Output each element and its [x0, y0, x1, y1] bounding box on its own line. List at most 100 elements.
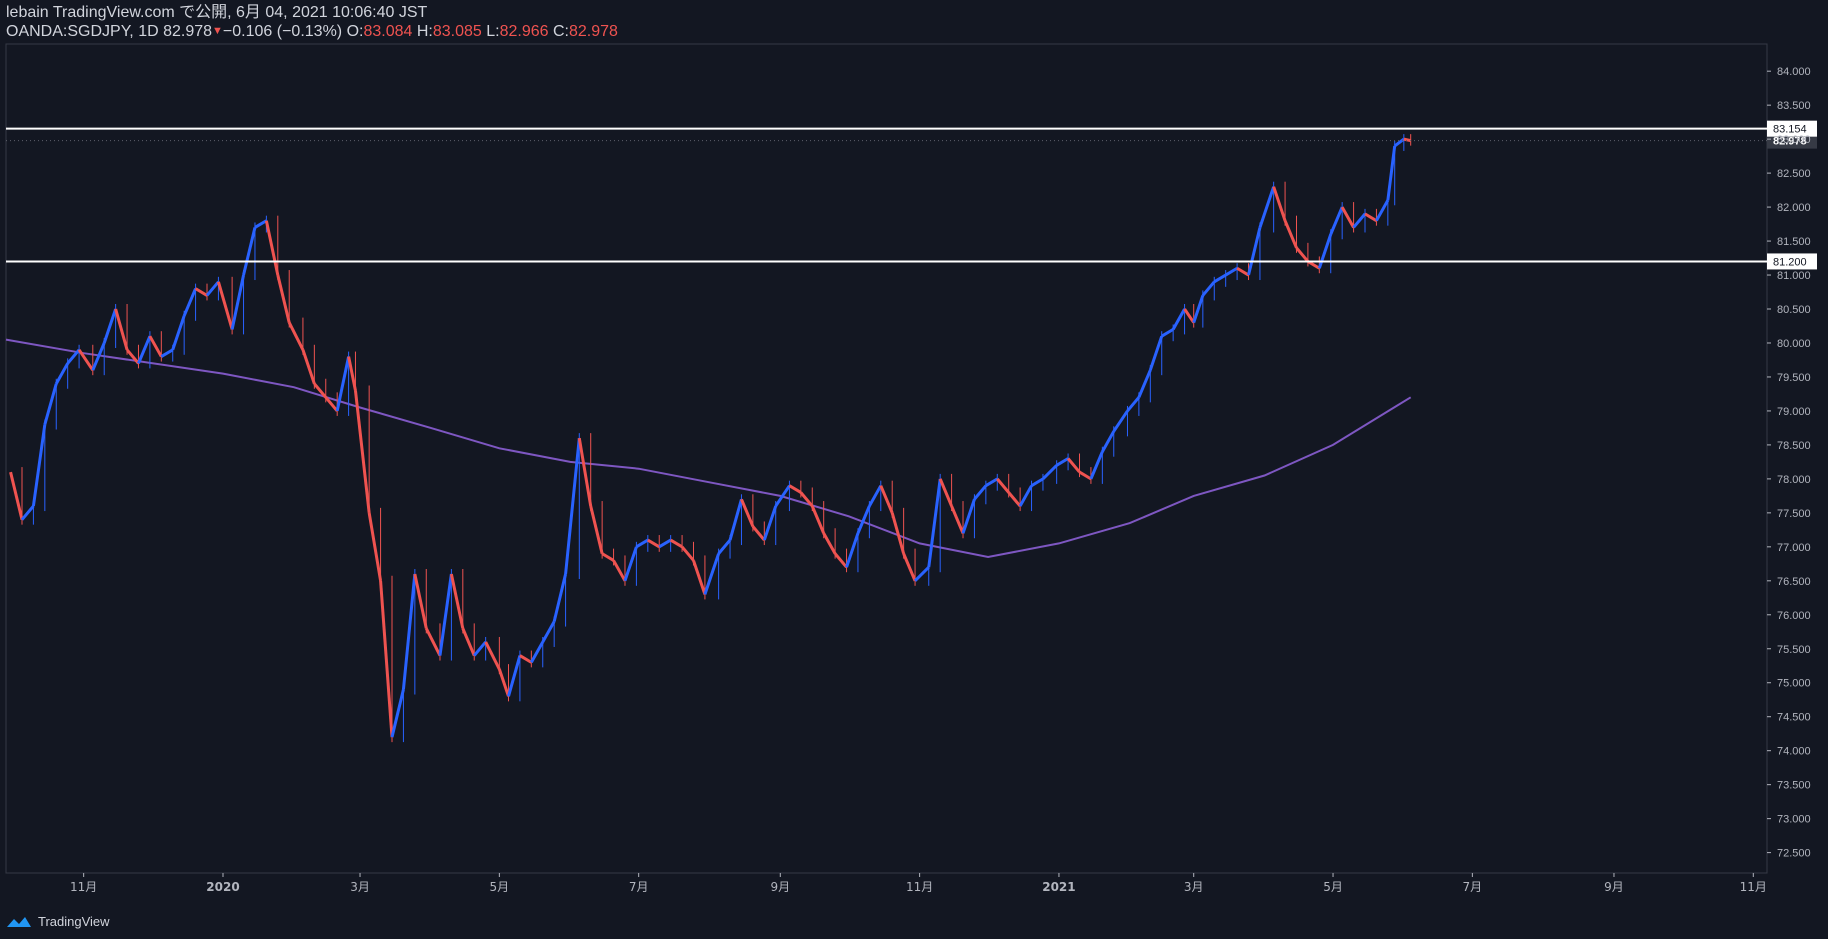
- price-segment: [461, 627, 476, 657]
- price-segment: [703, 553, 721, 595]
- x-tick-label: 3月: [350, 880, 370, 894]
- price-segment: [31, 424, 47, 507]
- footer: TradingView: [6, 914, 110, 929]
- y-tick-label: 77.500: [1777, 508, 1811, 520]
- price-segment: [1329, 206, 1344, 235]
- price-segment: [114, 308, 129, 351]
- price-segment: [1352, 212, 1367, 229]
- price-segment: [1126, 396, 1141, 412]
- price-segment: [589, 505, 604, 554]
- price-segment: [1160, 328, 1174, 338]
- price-segment: [1171, 308, 1186, 331]
- price-segment: [762, 505, 778, 541]
- x-tick-label: 3月: [1184, 880, 1204, 894]
- price-segment: [401, 573, 417, 690]
- x-tick-label: 9月: [770, 880, 790, 894]
- horizontal-line-label: 81.200: [1773, 256, 1807, 268]
- price-chart[interactable]: 82.97883.15481.20072.50073.00073.50074.0…: [0, 0, 1828, 939]
- price-segment: [1403, 137, 1412, 143]
- y-tick-label: 76.500: [1777, 576, 1811, 588]
- price-segment: [541, 620, 556, 643]
- price-segment: [1340, 206, 1355, 229]
- y-tick-label: 76.000: [1777, 610, 1811, 622]
- price-segment: [1386, 145, 1397, 201]
- y-tick-label: 78.000: [1777, 474, 1811, 486]
- x-tick-label: 7月: [629, 880, 649, 894]
- plot-frame: [5, 43, 1768, 874]
- y-tick-label: 80.000: [1777, 338, 1811, 350]
- price-segment: [1272, 186, 1287, 222]
- price-segment: [1101, 430, 1116, 453]
- price-segment: [577, 437, 593, 507]
- price-segment: [647, 538, 661, 549]
- price-segment: [740, 498, 755, 528]
- price-segment: [961, 498, 976, 534]
- y-tick-label: 80.500: [1777, 304, 1811, 316]
- price-segment: [182, 288, 197, 317]
- price-segment: [1030, 477, 1044, 487]
- price-segment: [552, 573, 568, 622]
- price-segment: [1055, 457, 1069, 467]
- price-segment: [160, 348, 174, 358]
- price-segment: [1307, 260, 1321, 270]
- price-segment: [301, 349, 316, 385]
- price-segment: [1192, 294, 1205, 324]
- y-tick-label: 82.000: [1777, 202, 1811, 214]
- y-tick-label: 78.500: [1777, 440, 1811, 452]
- price-segment: [1007, 491, 1022, 508]
- x-tick-label: 2021: [1042, 880, 1075, 894]
- price-segment: [507, 655, 522, 697]
- price-segment: [680, 545, 695, 562]
- price-segment: [438, 573, 453, 656]
- time-axis[interactable]: 11月 2020 3月 5月 7月 9月 11月 2021 3月 5月 7月 9月 11月: [70, 873, 1767, 894]
- price-segment: [601, 552, 615, 562]
- price-segment: [635, 538, 649, 549]
- price-segment: [205, 280, 220, 297]
- price-segment: [9, 471, 24, 521]
- price-segment: [137, 335, 152, 364]
- price-segment: [254, 219, 268, 229]
- x-tick-label: 5月: [1323, 880, 1343, 894]
- price-segment: [1148, 335, 1164, 371]
- price-segment: [1137, 369, 1152, 398]
- price-segment: [390, 689, 405, 738]
- price-segment: [822, 532, 837, 555]
- y-tick-label: 79.500: [1777, 372, 1811, 384]
- price-segment: [658, 538, 672, 549]
- y-tick-label: 73.000: [1777, 814, 1811, 826]
- y-tick-label: 79.000: [1777, 406, 1811, 418]
- price-segment: [717, 539, 732, 555]
- price-segment: [1089, 451, 1104, 480]
- price-segment: [950, 505, 965, 534]
- x-tick-label: 11月: [1740, 880, 1767, 894]
- price-segment: [20, 505, 35, 521]
- price-segment: [216, 281, 234, 330]
- price-segment: [810, 505, 826, 534]
- price-segment: [43, 383, 58, 425]
- price-segment: [1066, 457, 1081, 474]
- price-segment: [1258, 186, 1276, 228]
- price-segment: [623, 546, 638, 582]
- price-segment: [1295, 246, 1310, 263]
- price-segment: [171, 315, 186, 351]
- y-tick-label: 82.500: [1777, 168, 1811, 180]
- x-tick-label: 11月: [906, 880, 933, 894]
- price-segment: [519, 654, 533, 664]
- series-layer: [5, 134, 1412, 743]
- x-tick-label: 11月: [70, 880, 97, 894]
- price-segment: [1224, 266, 1238, 277]
- y-tick-label: 83.500: [1777, 100, 1811, 112]
- price-segment: [868, 484, 883, 507]
- price-segment: [449, 573, 465, 629]
- price-segment: [996, 477, 1010, 494]
- price-segment: [728, 498, 743, 541]
- price-segment: [1364, 212, 1378, 222]
- price-segment: [938, 478, 953, 507]
- moving-average-line: [5, 338, 1412, 559]
- price-axis[interactable]: 82.97883.15481.20072.50073.00073.50074.0…: [1767, 66, 1817, 860]
- price-segment: [1247, 227, 1262, 276]
- price-segment: [242, 227, 257, 276]
- price-segment: [194, 287, 208, 297]
- price-segment: [1183, 308, 1195, 324]
- y-tick-label: 84.000: [1777, 66, 1811, 78]
